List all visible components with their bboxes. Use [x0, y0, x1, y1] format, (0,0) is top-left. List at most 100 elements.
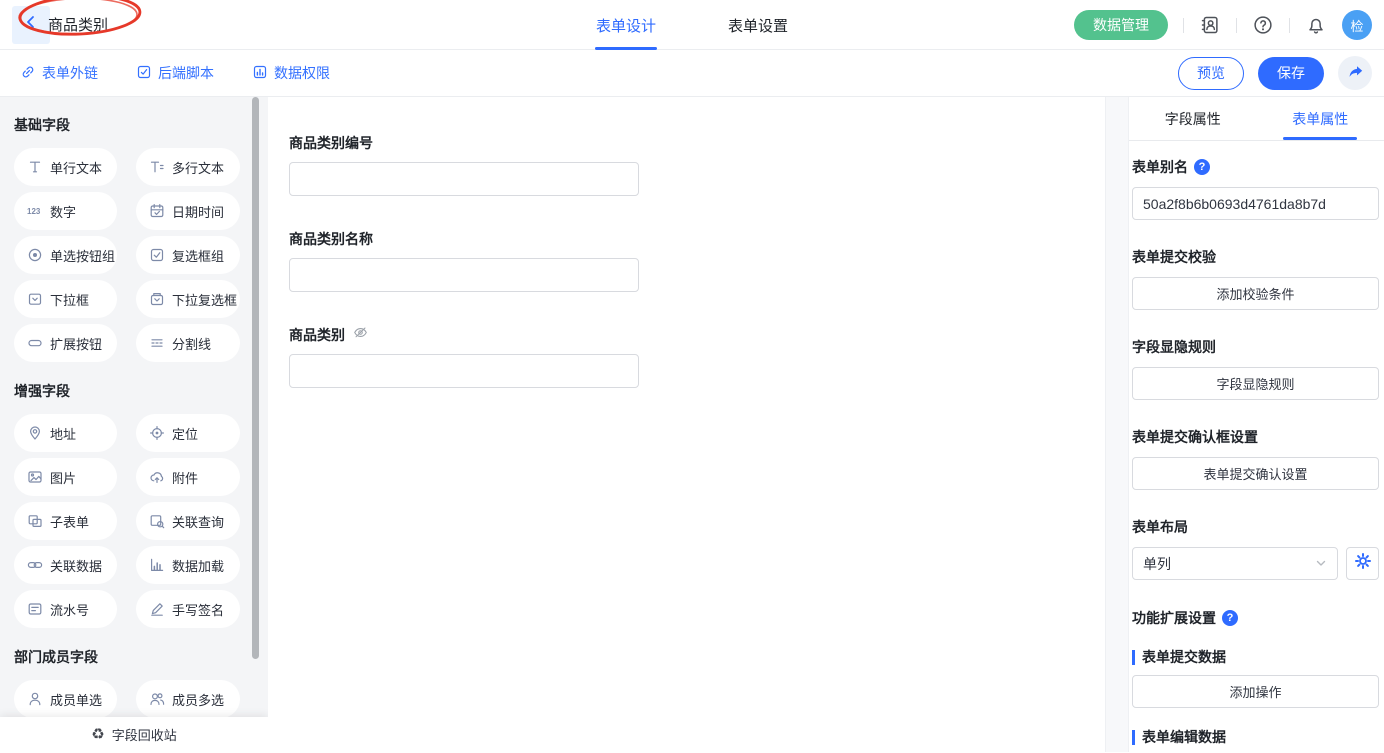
- radio-group-icon: [27, 247, 43, 263]
- field-pill-member-multi[interactable]: 成员多选: [136, 680, 240, 717]
- address-icon: [27, 425, 43, 441]
- ext-group-title: 表单提交数据: [1132, 650, 1379, 665]
- share-button[interactable]: [1338, 56, 1372, 90]
- divider: [1236, 18, 1237, 33]
- multi-select-icon: [149, 291, 165, 307]
- toolbar-link-label: 表单外链: [42, 63, 98, 83]
- address-book-icon[interactable]: [1199, 14, 1221, 36]
- toolbar-links: 表单外链 后端脚本 数据权限: [20, 63, 330, 83]
- panel-tab-0[interactable]: 字段属性: [1129, 97, 1257, 140]
- field-pill-extend-button[interactable]: 扩展按钮: [14, 324, 117, 362]
- datetime-icon: [149, 203, 165, 219]
- field-pill-label: 关联查询: [172, 512, 224, 531]
- field-recycle-bin[interactable]: ♻ 字段回收站: [0, 717, 268, 752]
- canvas-field-input[interactable]: [289, 354, 639, 388]
- panel-section-button-2[interactable]: 表单提交确认设置: [1132, 457, 1379, 490]
- ext-group-button-0[interactable]: 添加操作: [1132, 675, 1379, 708]
- toolbar-link-script[interactable]: 后端脚本: [136, 63, 214, 83]
- checkbox-group-icon: [149, 247, 165, 263]
- field-pill-link-data[interactable]: 关联数据: [14, 546, 117, 584]
- user-avatar[interactable]: 检: [1342, 10, 1372, 40]
- canvas-field-1[interactable]: 商品类别名称: [289, 229, 1105, 292]
- form-alias-input[interactable]: [1132, 187, 1379, 220]
- canvas-field-0[interactable]: 商品类别编号: [289, 133, 1105, 196]
- panel-tabs: 字段属性表单属性: [1129, 97, 1384, 141]
- panel-section-button-0[interactable]: 添加校验条件: [1132, 277, 1379, 310]
- divider: [1183, 18, 1184, 33]
- header-tab-0[interactable]: 表单设计: [596, 0, 656, 50]
- ext-settings-help-icon[interactable]: ?: [1222, 610, 1238, 626]
- field-pill-datetime[interactable]: 日期时间: [136, 192, 240, 230]
- field-pill-label: 附件: [172, 468, 198, 487]
- data-manage-button[interactable]: 数据管理: [1074, 10, 1168, 40]
- field-pill-select[interactable]: 下拉框: [14, 280, 117, 318]
- field-pill-label: 流水号: [50, 600, 89, 619]
- field-pill-subform[interactable]: 子表单: [14, 502, 117, 540]
- field-pill-label: 日期时间: [172, 202, 224, 221]
- form-toolbar: 表单外链 后端脚本 数据权限 预览 保存: [0, 50, 1384, 97]
- field-pill-address[interactable]: 地址: [14, 414, 117, 452]
- field-pill-label: 关联数据: [50, 556, 102, 575]
- image-icon: [27, 469, 43, 485]
- field-pill-radio-group[interactable]: 单选按钮组: [14, 236, 117, 274]
- textarea-icon: [149, 159, 165, 175]
- form-layout-label: 表单布局: [1132, 517, 1188, 537]
- layout-settings-button[interactable]: [1346, 547, 1379, 580]
- field-pill-label: 图片: [50, 468, 76, 487]
- toolbar-link-label: 数据权限: [274, 63, 330, 83]
- preview-button[interactable]: 预览: [1178, 57, 1244, 90]
- back-button[interactable]: [12, 6, 50, 44]
- field-pill-data-load[interactable]: 数据加载: [136, 546, 240, 584]
- share-arrow-icon: [1347, 63, 1364, 83]
- input-text-icon: [27, 159, 43, 175]
- field-pill-checkbox-group[interactable]: 复选框组: [136, 236, 240, 274]
- panel-section-title: 字段显隐规则: [1132, 337, 1216, 357]
- panel-tab-1[interactable]: 表单属性: [1257, 97, 1384, 140]
- canvas-field-2[interactable]: 商品类别: [289, 325, 1105, 388]
- form-layout-value: 单列: [1143, 554, 1171, 574]
- field-pill-label: 复选框组: [172, 246, 224, 265]
- field-pill-label: 成员多选: [172, 690, 224, 709]
- form-layout-select[interactable]: 单列: [1132, 547, 1338, 580]
- field-pill-link-query[interactable]: 关联查询: [136, 502, 240, 540]
- divider-icon: [149, 335, 165, 351]
- eye-off-icon: [353, 325, 368, 345]
- form-design-canvas[interactable]: 商品类别编号商品类别名称商品类别: [268, 97, 1105, 752]
- canvas-field-input[interactable]: [289, 258, 639, 292]
- save-button[interactable]: 保存: [1258, 57, 1324, 90]
- field-pill-divider[interactable]: 分割线: [136, 324, 240, 362]
- ext-group-title: 表单编辑数据: [1132, 730, 1379, 745]
- field-pill-locate[interactable]: 定位: [136, 414, 240, 452]
- field-pill-label: 数据加载: [172, 556, 224, 575]
- field-pill-label: 子表单: [50, 512, 89, 531]
- divider: [1289, 18, 1290, 33]
- locate-icon: [149, 425, 165, 441]
- canvas-field-input[interactable]: [289, 162, 639, 196]
- field-pill-attachment[interactable]: 附件: [136, 458, 240, 496]
- panel-section-button-1[interactable]: 字段显隐规则: [1132, 367, 1379, 400]
- help-icon[interactable]: [1252, 14, 1274, 36]
- member-single-icon: [27, 691, 43, 707]
- field-pill-input-text[interactable]: 单行文本: [14, 148, 117, 186]
- back-chevron-icon: [23, 14, 39, 35]
- field-pill-serial-number[interactable]: 流水号: [14, 590, 117, 628]
- member-multi-icon: [149, 691, 165, 707]
- field-pill-number[interactable]: 123数字: [14, 192, 117, 230]
- field-pill-image[interactable]: 图片: [14, 458, 117, 496]
- header-tab-1[interactable]: 表单设置: [728, 0, 788, 50]
- form-alias-help-icon[interactable]: ?: [1194, 159, 1210, 175]
- toolbar-link-label: 后端脚本: [158, 63, 214, 83]
- recycle-bin-label: 字段回收站: [112, 725, 177, 744]
- sidebar-scrollbar-thumb[interactable]: [252, 97, 259, 659]
- recycle-icon: ♻: [91, 727, 104, 742]
- header-tabs: 表单设计 表单设置: [596, 0, 788, 50]
- toolbar-link-link[interactable]: 表单外链: [20, 63, 98, 83]
- field-pill-textarea[interactable]: 多行文本: [136, 148, 240, 186]
- bell-icon[interactable]: [1305, 14, 1327, 36]
- properties-panel: 字段属性表单属性 表单别名 ? 表单提交校验添加校验条件字段显隐规则字段显隐规则…: [1129, 97, 1384, 752]
- toolbar-link-permission[interactable]: 数据权限: [252, 63, 330, 83]
- field-pill-signature[interactable]: 手写签名: [136, 590, 240, 628]
- field-pill-multi-select[interactable]: 下拉复选框: [136, 280, 240, 318]
- svg-text:123: 123: [27, 207, 41, 216]
- field-pill-member-single[interactable]: 成员单选: [14, 680, 117, 717]
